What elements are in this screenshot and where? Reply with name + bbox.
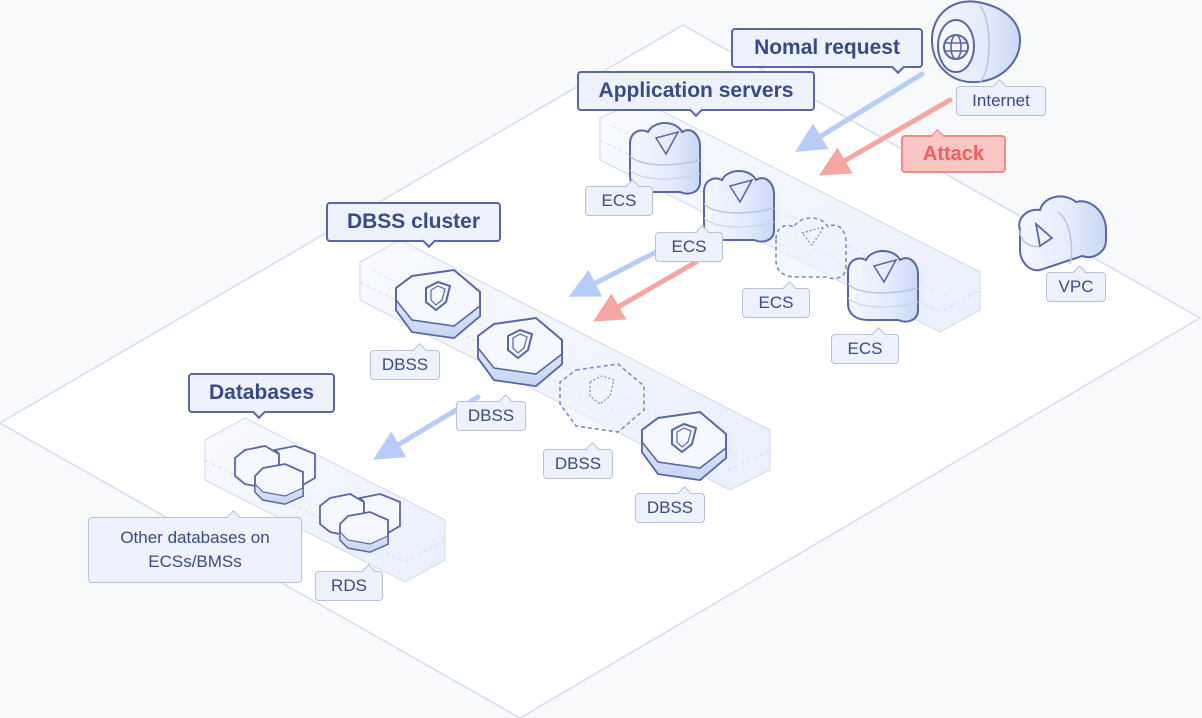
dbss-unit-icon	[395, 268, 481, 340]
ecs-server-icon	[703, 170, 775, 243]
ecs-label: ECS	[655, 232, 723, 262]
ecs-label: ECS	[742, 288, 810, 318]
normal-request-label: Nomal request	[731, 28, 923, 68]
dbss-cluster-label: DBSS cluster	[326, 202, 501, 242]
ecs-label: ECS	[585, 186, 653, 216]
ecs-server-icon	[629, 122, 701, 195]
dbss-unit-icon	[641, 410, 727, 482]
app-servers-label: Application servers	[577, 71, 815, 111]
databases-label: Databases	[188, 373, 335, 413]
dbss-label: DBSS	[456, 401, 526, 431]
ecs-server-placeholder-icon	[775, 217, 847, 280]
attack-label: Attack	[901, 135, 1006, 173]
dbss-unit-icon	[477, 316, 563, 388]
ecs-server-icon	[847, 250, 919, 323]
other-databases-label: Other databases on ECSs/BMSs	[88, 517, 302, 583]
ecs-label: ECS	[831, 334, 899, 364]
rds-label: RDS	[315, 571, 383, 601]
dbss-label: DBSS	[543, 449, 613, 479]
internet-label: Internet	[956, 86, 1046, 116]
dbss-label: DBSS	[635, 493, 705, 523]
vpc-label: VPC	[1046, 272, 1106, 302]
dbss-label: DBSS	[370, 350, 440, 380]
internet-icon	[930, 0, 1022, 84]
